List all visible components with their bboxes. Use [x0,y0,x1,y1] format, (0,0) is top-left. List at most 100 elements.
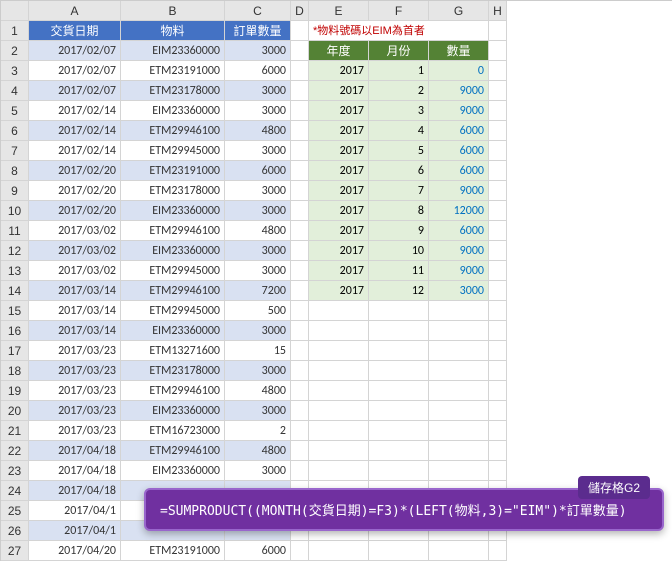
cell[interactable]: 2017/02/07 [29,61,121,81]
cell[interactable]: 6000 [225,541,291,561]
row-header[interactable]: 24 [1,481,29,501]
cell[interactable]: 2017/03/23 [29,361,121,381]
cell[interactable] [429,321,489,341]
cell[interactable]: EIM23360000 [121,401,225,421]
cell[interactable]: ETM23178000 [121,81,225,101]
cell[interactable]: 9 [369,221,429,241]
cell[interactable]: 6000 [225,161,291,181]
cell[interactable]: ETM29946100 [121,281,225,301]
cell[interactable] [489,541,507,561]
cell[interactable]: 2 [225,421,291,441]
row-header[interactable]: 22 [1,441,29,461]
cell[interactable]: 2017/02/20 [29,201,121,221]
row-header[interactable]: 7 [1,141,29,161]
cell[interactable]: 12 [369,281,429,301]
cell[interactable] [489,181,507,201]
cell[interactable]: 2017/02/14 [29,101,121,121]
row-header[interactable]: 14 [1,281,29,301]
cell[interactable] [429,541,489,561]
cell[interactable] [369,401,429,421]
cell[interactable]: EIM23360000 [121,101,225,121]
cell[interactable]: 3000 [225,401,291,421]
cell[interactable]: 2017/03/23 [29,421,121,441]
cell[interactable] [369,381,429,401]
cell[interactable]: ETM29946100 [121,441,225,461]
cell[interactable] [309,321,369,341]
row-header[interactable]: 3 [1,61,29,81]
row-header[interactable]: 21 [1,421,29,441]
cell[interactable]: 2017 [309,201,369,221]
cell[interactable] [291,181,309,201]
cell[interactable] [489,81,507,101]
cell[interactable] [291,201,309,221]
cell[interactable]: ETM29946100 [121,221,225,241]
cell[interactable]: EIM23360000 [121,461,225,481]
cell[interactable] [291,401,309,421]
cell[interactable]: ETM23191000 [121,541,225,561]
cell[interactable] [489,161,507,181]
cell[interactable] [291,221,309,241]
cell[interactable] [429,341,489,361]
cell[interactable]: 3000 [225,101,291,121]
cell[interactable]: 9000 [429,241,489,261]
cell[interactable] [489,61,507,81]
row-header[interactable]: 11 [1,221,29,241]
cell[interactable]: ETM29946100 [121,121,225,141]
cell[interactable] [369,321,429,341]
cell[interactable]: 12000 [429,201,489,221]
cell[interactable] [489,321,507,341]
cell[interactable] [291,321,309,341]
cell[interactable]: 2017 [309,181,369,201]
cell[interactable] [489,301,507,321]
cell[interactable]: 2017/03/14 [29,321,121,341]
cell[interactable]: 3000 [225,461,291,481]
cell[interactable] [489,141,507,161]
cell[interactable]: 2017/02/20 [29,161,121,181]
cell[interactable]: 7 [369,181,429,201]
cell[interactable]: 9000 [429,181,489,201]
cell[interactable]: 3000 [225,361,291,381]
row-header[interactable]: 19 [1,381,29,401]
row-header[interactable]: 17 [1,341,29,361]
cell[interactable]: 4800 [225,441,291,461]
row-header[interactable]: 8 [1,161,29,181]
cell[interactable] [369,301,429,321]
cell[interactable] [369,421,429,441]
cell[interactable]: ETM29945000 [121,141,225,161]
row-header[interactable]: 5 [1,101,29,121]
row-header[interactable]: 10 [1,201,29,221]
cell[interactable]: 6000 [429,161,489,181]
cell[interactable] [489,121,507,141]
cell[interactable] [309,441,369,461]
cell[interactable]: EIM23360000 [121,201,225,221]
cell[interactable]: 2017/04/18 [29,481,121,501]
cell[interactable] [291,301,309,321]
cell[interactable] [291,21,309,41]
row-header[interactable]: 2 [1,41,29,61]
cell[interactable] [489,241,507,261]
column-header[interactable]: G [429,1,489,21]
row-header[interactable]: 1 [1,21,29,41]
row-header[interactable]: 12 [1,241,29,261]
column-header[interactable]: A [29,1,121,21]
cell[interactable] [429,461,489,481]
cell[interactable] [291,361,309,381]
cell[interactable]: 3000 [225,141,291,161]
cell[interactable] [309,401,369,421]
cell[interactable] [429,441,489,461]
cell[interactable]: 3000 [429,281,489,301]
cell[interactable]: 2017/04/18 [29,461,121,481]
cell[interactable]: ETM23191000 [121,61,225,81]
row-header[interactable]: 23 [1,461,29,481]
cell[interactable]: 2017/04/1 [29,501,121,521]
cell[interactable]: ETM23178000 [121,361,225,381]
cell[interactable]: 9000 [429,81,489,101]
cell[interactable] [489,381,507,401]
cell[interactable] [369,361,429,381]
cell[interactable]: 2017 [309,121,369,141]
row-header[interactable]: 18 [1,361,29,381]
column-header[interactable]: D [291,1,309,21]
cell[interactable]: 500 [225,301,291,321]
cell[interactable] [291,241,309,261]
cell[interactable]: 1 [369,61,429,81]
